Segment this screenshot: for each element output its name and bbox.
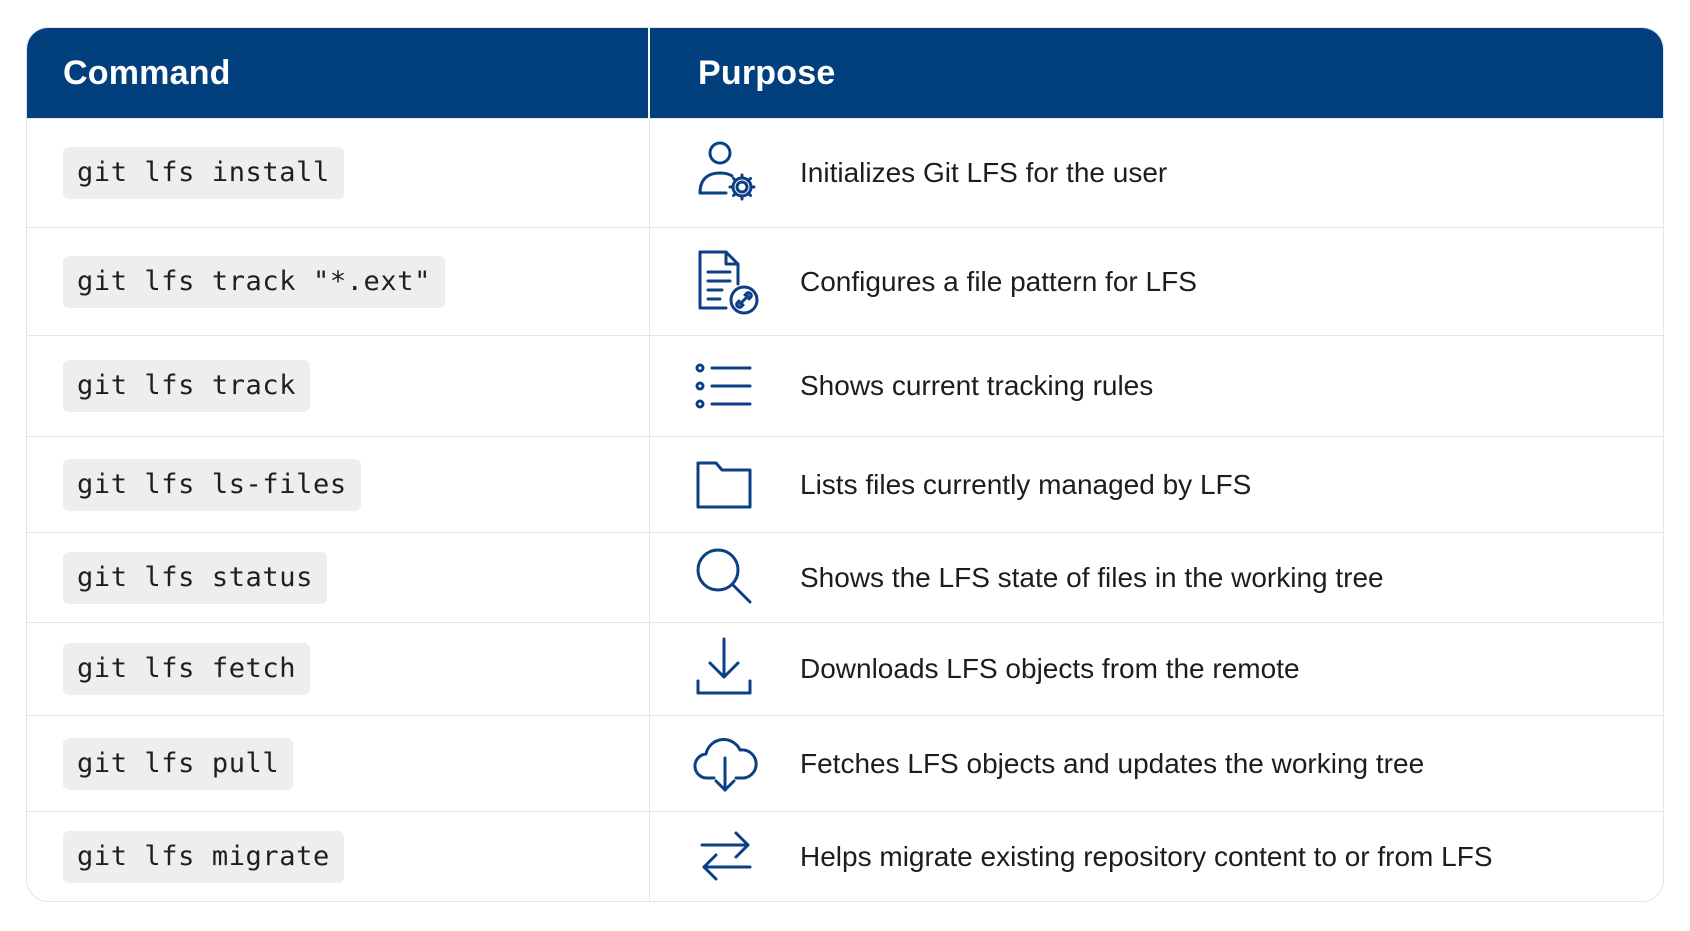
arrows-exchange-icon bbox=[692, 821, 764, 893]
user-gear-icon bbox=[692, 137, 764, 209]
table-row: git lfs track Shows current tracking rul… bbox=[27, 335, 1663, 436]
command-cell: git lfs ls-files bbox=[27, 437, 650, 532]
purpose-cell: Shows the LFS state of files in the work… bbox=[650, 533, 1663, 622]
folder-icon bbox=[692, 449, 764, 521]
header-command: Command bbox=[27, 28, 650, 118]
search-icon bbox=[692, 542, 764, 614]
command-code: git lfs track "*.ext" bbox=[63, 255, 445, 308]
command-code: git lfs pull bbox=[63, 737, 294, 790]
download-icon bbox=[692, 633, 764, 705]
command-code: git lfs migrate bbox=[63, 830, 344, 883]
purpose-text: Downloads LFS objects from the remote bbox=[800, 653, 1300, 684]
purpose-text: Shows current tracking rules bbox=[800, 370, 1154, 401]
purpose-cell: Helps migrate existing repository conten… bbox=[650, 812, 1663, 901]
file-link-icon bbox=[692, 246, 764, 318]
command-code: git lfs install bbox=[63, 147, 344, 199]
command-cell: git lfs pull bbox=[27, 716, 650, 811]
purpose-cell: Shows current tracking rules bbox=[650, 336, 1663, 436]
command-code: git lfs status bbox=[63, 551, 327, 604]
cloud-download-icon bbox=[692, 728, 764, 800]
command-code: git lfs fetch bbox=[63, 643, 311, 695]
header-purpose: Purpose bbox=[698, 53, 836, 92]
command-code: git lfs ls-files bbox=[63, 458, 361, 511]
list-icon bbox=[692, 350, 764, 422]
purpose-text: Shows the LFS state of files in the work… bbox=[800, 561, 1384, 593]
table-row: git lfs install Initializes Git LFS for … bbox=[27, 118, 1663, 227]
purpose-text: Fetches LFS objects and updates the work… bbox=[800, 747, 1425, 779]
command-code: git lfs track bbox=[63, 360, 311, 412]
purpose-text: Helps migrate existing repository conten… bbox=[800, 840, 1493, 872]
purpose-cell: Downloads LFS objects from the remote bbox=[650, 623, 1663, 715]
table-row: git lfs fetch Downloads LFS objects from… bbox=[27, 622, 1663, 715]
table-row: git lfs track "*.ext" Configures a file … bbox=[27, 227, 1663, 335]
table-row: git lfs status Shows the LFS state of fi… bbox=[27, 532, 1663, 622]
command-cell: git lfs status bbox=[27, 533, 650, 622]
command-cell: git lfs track bbox=[27, 336, 650, 436]
command-cell: git lfs fetch bbox=[27, 623, 650, 715]
command-cell: git lfs install bbox=[27, 119, 650, 227]
purpose-cell: Configures a file pattern for LFS bbox=[650, 228, 1663, 335]
commands-table: Command Purpose git lfs install Initiali… bbox=[26, 27, 1664, 902]
purpose-cell: Lists files currently managed by LFS bbox=[650, 437, 1663, 532]
table-row: git lfs migrate Helps migrate existing r… bbox=[27, 811, 1663, 901]
purpose-text: Configures a file pattern for LFS bbox=[800, 265, 1197, 297]
table-row: git lfs pull Fetches LFS objects and upd… bbox=[27, 715, 1663, 811]
purpose-text: Lists files currently managed by LFS bbox=[800, 468, 1252, 500]
command-cell: git lfs track "*.ext" bbox=[27, 228, 650, 335]
purpose-cell: Initializes Git LFS for the user bbox=[650, 119, 1663, 227]
table-header-row: Command Purpose bbox=[27, 28, 1663, 118]
purpose-cell: Fetches LFS objects and updates the work… bbox=[650, 716, 1663, 811]
command-cell: git lfs migrate bbox=[27, 812, 650, 901]
purpose-text: Initializes Git LFS for the user bbox=[800, 157, 1168, 188]
table-row: git lfs ls-files Lists files currently m… bbox=[27, 436, 1663, 532]
